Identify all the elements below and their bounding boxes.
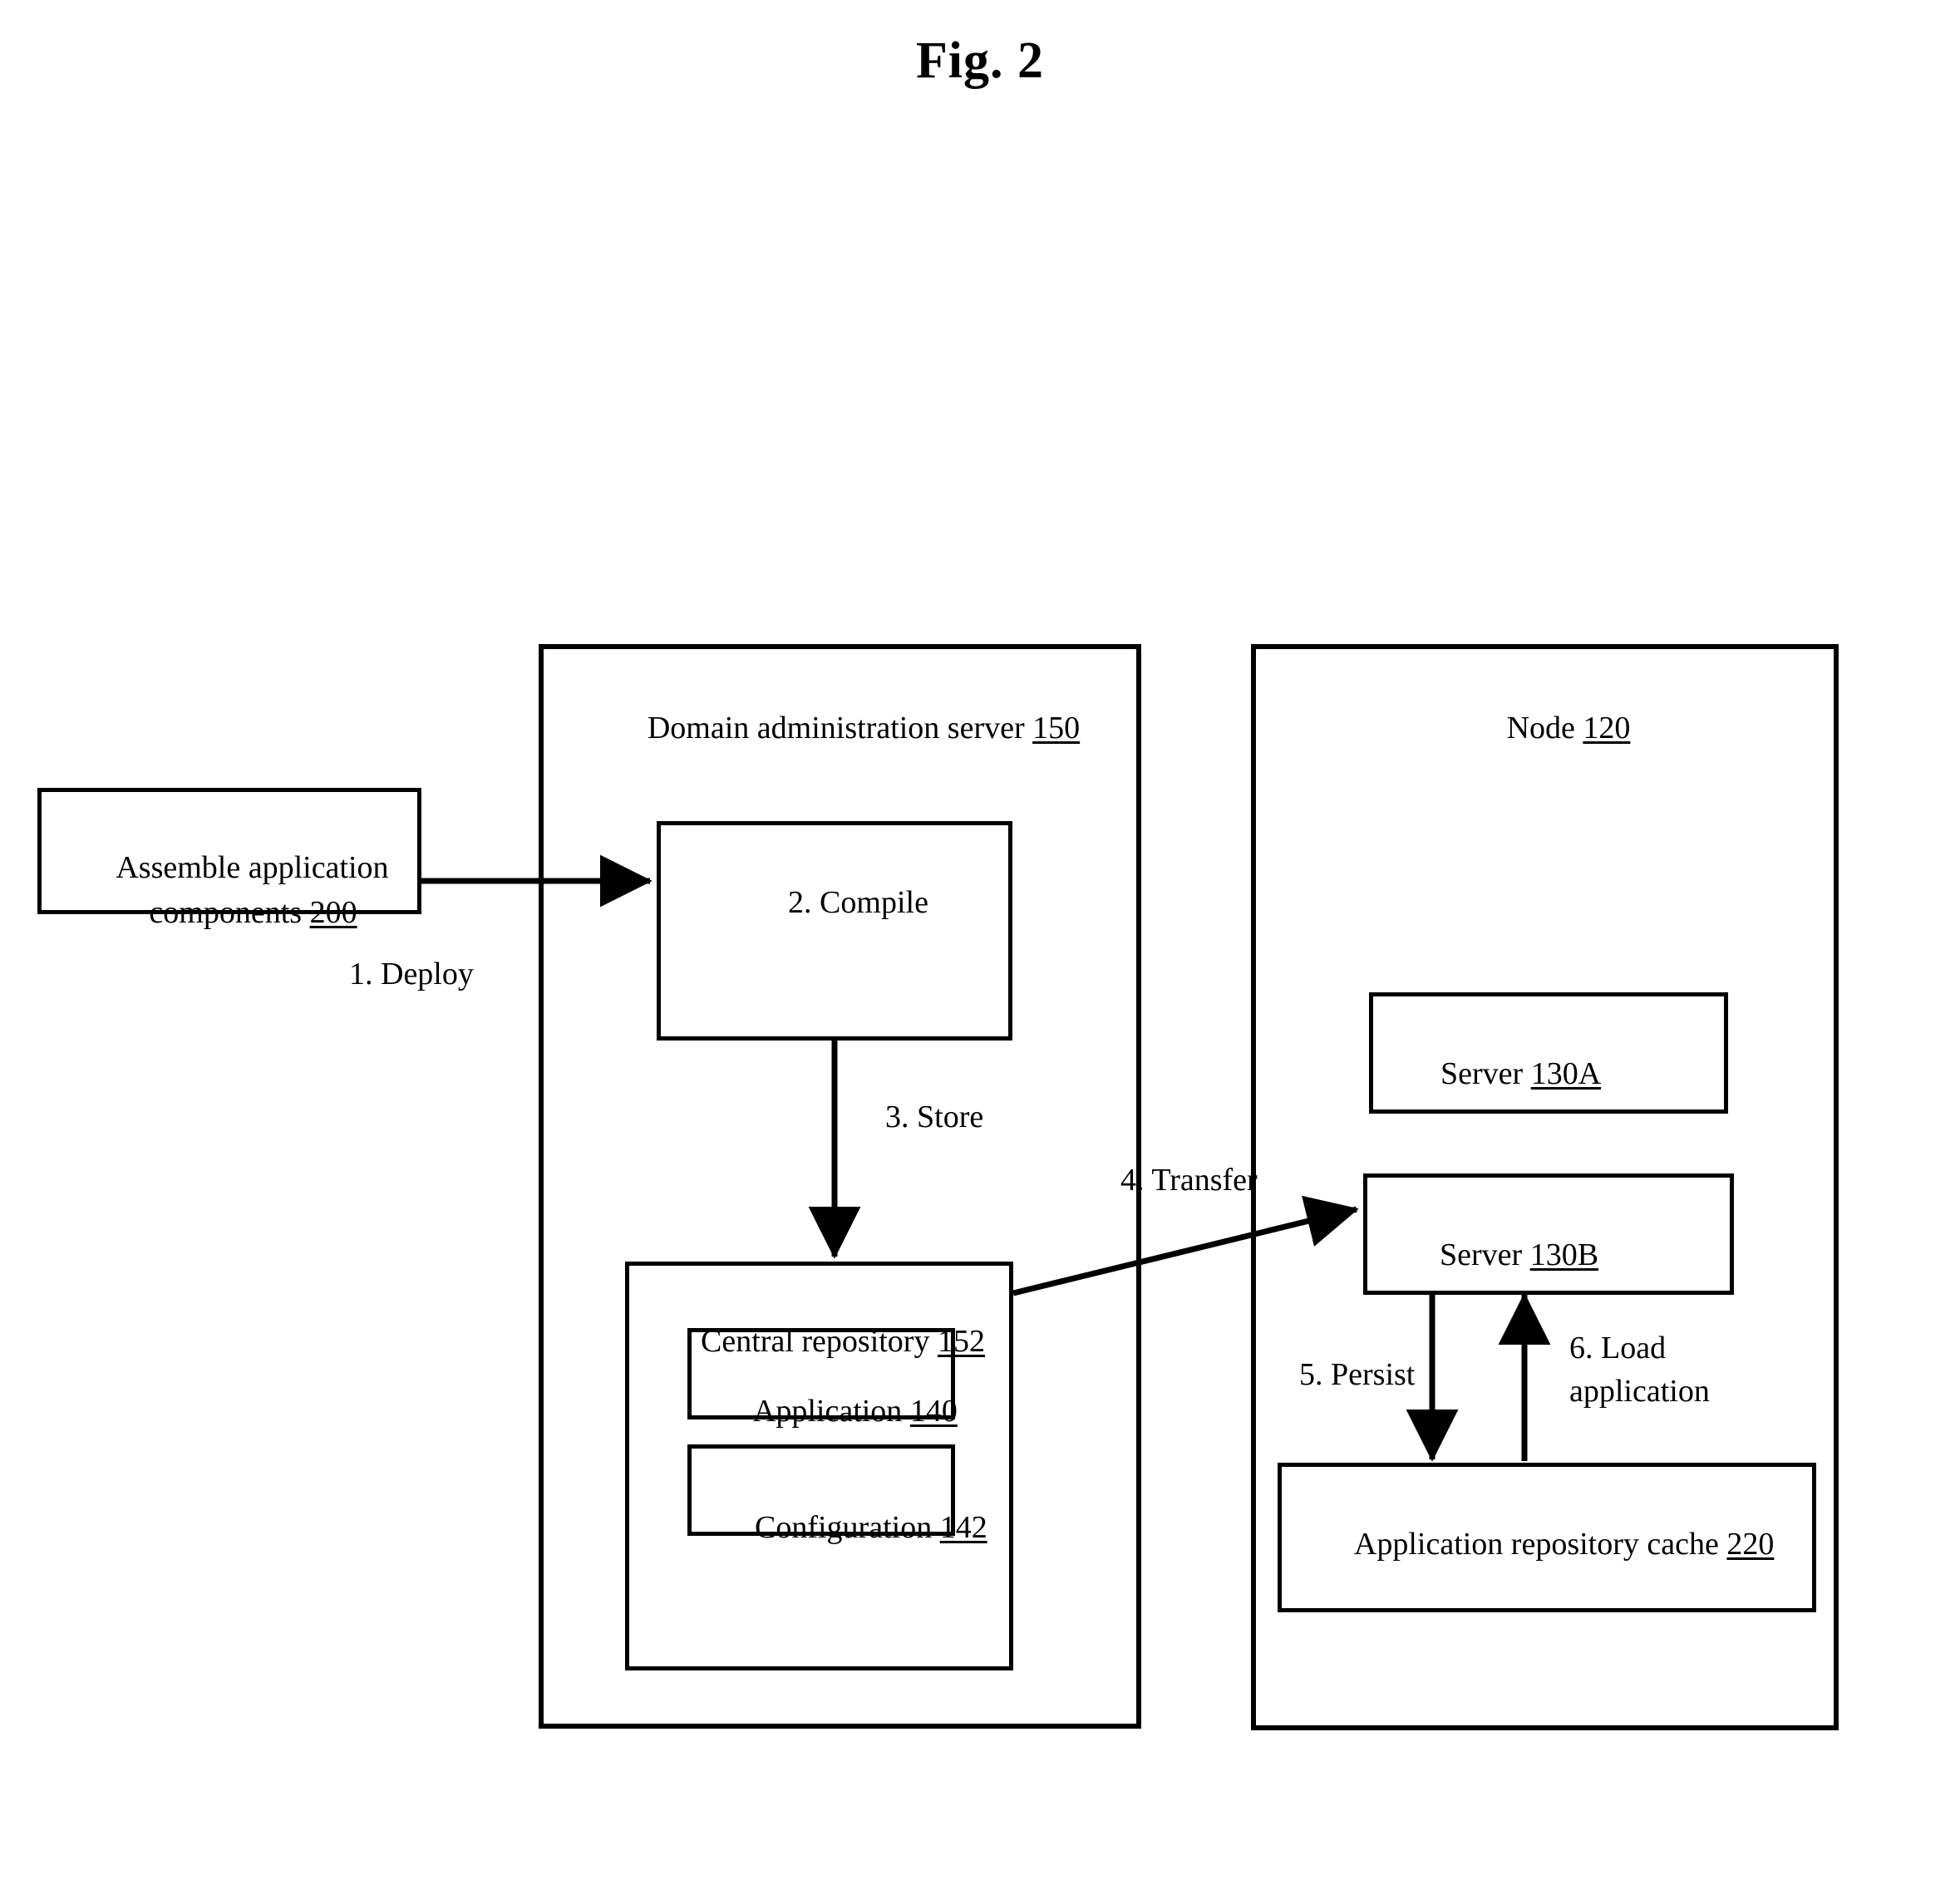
- flow-label-load-application-line2: application: [1569, 1374, 1710, 1409]
- server-130a-label-text: Server: [1440, 1056, 1531, 1092]
- das-container-label-text: Domain administration server: [647, 711, 1033, 746]
- server-130b-box: Server 130B: [1363, 1173, 1734, 1295]
- application-box: Application 140: [687, 1328, 958, 1429]
- node-container-reference-numeral: 120: [1583, 711, 1631, 746]
- flow-label-persist: 5. Persist: [1299, 1357, 1416, 1392]
- compile-box-label: 2. Compile: [788, 885, 928, 921]
- application-reference-numeral: 140: [909, 1394, 958, 1429]
- application-repository-cache-box: Application repository cache 220: [1278, 1463, 1816, 1612]
- assemble-box-reference-numeral: 200: [309, 895, 357, 931]
- das-container-reference-numeral: 150: [1032, 711, 1081, 746]
- node-container-label-text: Node: [1506, 711, 1583, 746]
- figure-canvas: Fig. 2 Assemble application components 2…: [0, 0, 1960, 1904]
- compile-box: 2. Compile: [657, 821, 1012, 1041]
- flow-label-deploy: 1. Deploy: [349, 957, 474, 991]
- server-130a-reference-numeral: 130A: [1530, 1056, 1602, 1092]
- configuration-label-text: Configuration: [755, 1510, 940, 1546]
- application-repository-cache-label-text: Application repository cache: [1353, 1527, 1727, 1562]
- central-repository-box: Central repository 152 Application 140 C…: [625, 1262, 1013, 1670]
- server-130b-label-text: Server: [1440, 1237, 1530, 1273]
- server-130a-box: Server 130A: [1369, 992, 1728, 1114]
- figure-title: Fig. 2: [915, 32, 1045, 89]
- application-repository-cache-reference-numeral: 220: [1726, 1527, 1775, 1562]
- flow-label-store: 3. Store: [885, 1100, 984, 1134]
- configuration-box: Configuration 142: [687, 1444, 987, 1545]
- flow-label-load-application-line1: 6. Load: [1569, 1331, 1667, 1365]
- application-label-text: Application: [752, 1394, 910, 1429]
- assemble-application-components-box: Assemble application components 200: [37, 788, 421, 930]
- configuration-reference-numeral: 142: [939, 1510, 987, 1546]
- flow-label-transfer: 4. Transfer: [1120, 1163, 1258, 1198]
- server-130b-reference-numeral: 130B: [1529, 1237, 1599, 1273]
- assemble-box-line2-text: components: [149, 895, 310, 931]
